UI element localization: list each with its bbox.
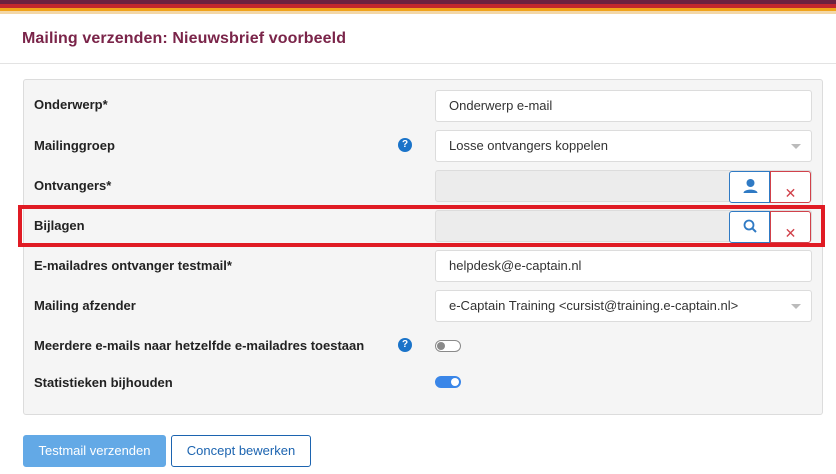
select-recipients-button[interactable] bbox=[729, 171, 770, 203]
mailing-group-label: Mailinggroep bbox=[34, 138, 115, 153]
allow-multiple-toggle[interactable] bbox=[435, 340, 461, 352]
test-email-label: E-mailadres ontvanger testmail* bbox=[34, 258, 232, 273]
mailing-group-select[interactable]: Losse ontvangers koppelen bbox=[435, 130, 812, 162]
sender-label: Mailing afzender bbox=[34, 298, 136, 313]
subject-input[interactable]: Onderwerp e-mail bbox=[435, 90, 812, 122]
recipients-label: Ontvangers* bbox=[34, 178, 112, 193]
recipients-field: ✕ bbox=[435, 170, 812, 203]
close-icon: ✕ bbox=[784, 185, 797, 201]
page-title: Mailing verzenden: Nieuwsbrief voorbeeld bbox=[22, 30, 347, 47]
allow-multiple-label: Meerdere e-mails naar hetzelfde e-mailad… bbox=[34, 338, 365, 353]
clear-recipients-button[interactable]: ✕ bbox=[770, 171, 811, 203]
toggle-knob bbox=[451, 378, 459, 386]
sender-select[interactable]: e-Captain Training <cursist@training.e-c… bbox=[435, 290, 812, 322]
help-icon[interactable]: ? bbox=[398, 338, 412, 352]
sender-value: e-Captain Training <cursist@training.e-c… bbox=[449, 298, 739, 313]
user-icon bbox=[743, 179, 758, 193]
help-icon[interactable]: ? bbox=[398, 138, 412, 152]
edit-draft-button[interactable]: Concept bewerken bbox=[171, 435, 311, 467]
subject-label: Onderwerp* bbox=[34, 97, 108, 112]
chevron-down-icon bbox=[791, 144, 801, 149]
chevron-down-icon bbox=[791, 304, 801, 309]
mailing-group-value: Losse ontvangers koppelen bbox=[449, 138, 609, 153]
page-header: Mailing verzenden: Nieuwsbrief voorbeeld bbox=[0, 14, 836, 64]
send-test-button[interactable]: Testmail verzenden bbox=[23, 435, 166, 467]
test-email-input[interactable]: helpdesk@e-captain.nl bbox=[435, 250, 812, 282]
statistics-toggle[interactable] bbox=[435, 376, 461, 388]
brand-stripe bbox=[0, 0, 836, 14]
attachments-highlight bbox=[18, 205, 825, 247]
statistics-label: Statistieken bijhouden bbox=[34, 375, 173, 390]
toggle-knob bbox=[437, 342, 445, 350]
